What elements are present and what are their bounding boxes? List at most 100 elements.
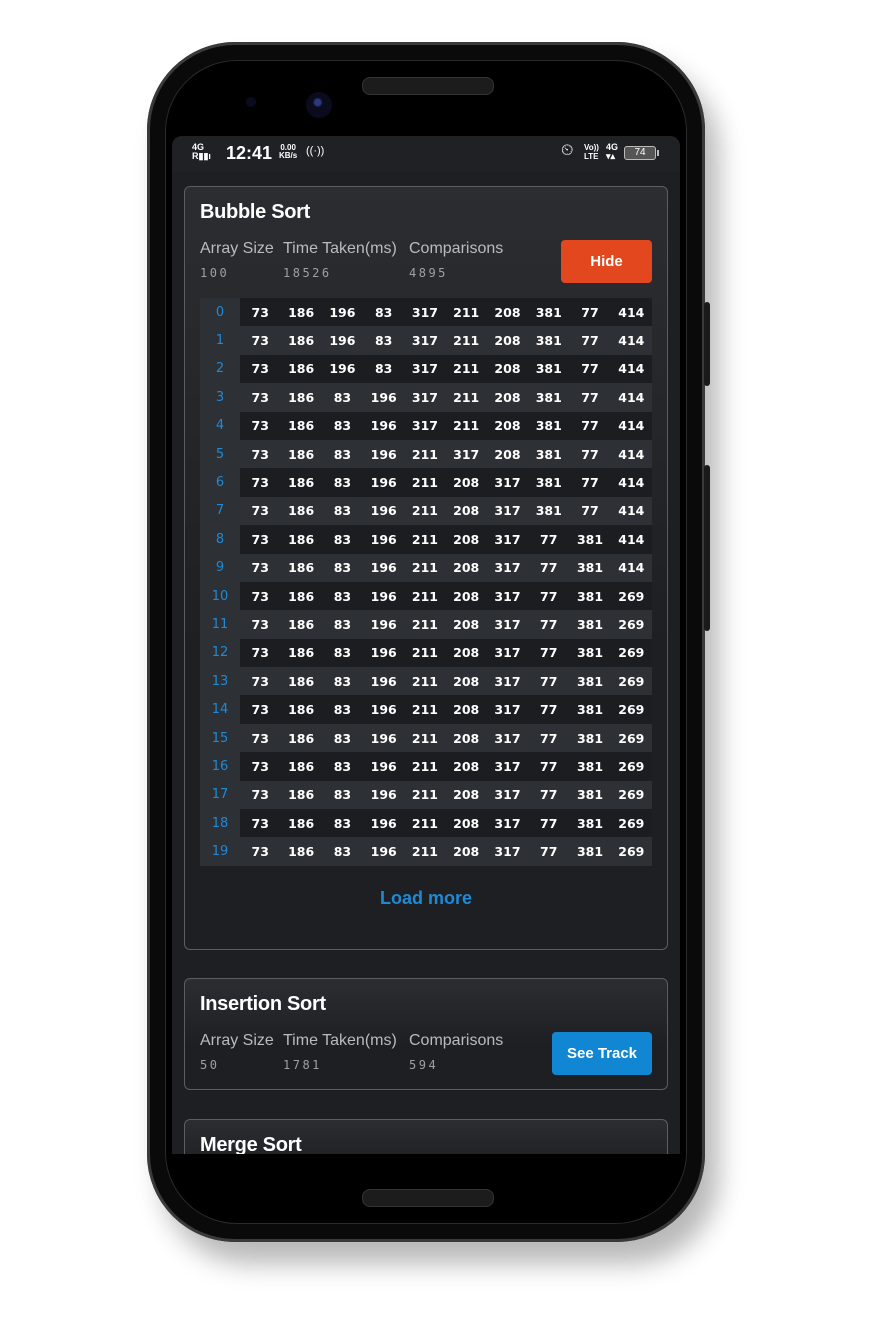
table-cell: 208 bbox=[445, 837, 487, 866]
row-index: 6 bbox=[200, 468, 240, 497]
table-cell: 211 bbox=[404, 667, 446, 696]
table-cell: 77 bbox=[528, 809, 570, 838]
table-cell: 83 bbox=[363, 326, 405, 355]
table-cell: 211 bbox=[404, 752, 446, 781]
table-cell: 73 bbox=[239, 553, 281, 582]
table-cell: 208 bbox=[445, 525, 487, 554]
row-index: 5 bbox=[200, 439, 240, 469]
table-cell: 211 bbox=[404, 695, 446, 724]
table-cell: 196 bbox=[363, 695, 405, 724]
table-row: 12 73 186 83 196 211 208 317 77 381 269 bbox=[200, 638, 652, 668]
table-cell: 317 bbox=[486, 638, 529, 668]
row-index: 0 bbox=[200, 298, 240, 327]
table-cell: 73 bbox=[239, 752, 281, 781]
table-cell: 317 bbox=[486, 837, 529, 866]
load-more-button[interactable]: Load more bbox=[185, 888, 667, 909]
table-cell: 381 bbox=[528, 354, 570, 384]
table-cell: 208 bbox=[486, 439, 529, 469]
row-index: 9 bbox=[200, 553, 240, 582]
table-cell: 83 bbox=[321, 695, 364, 724]
table-cell: 196 bbox=[363, 383, 405, 412]
table-cell: 83 bbox=[321, 752, 364, 781]
table-cell: 196 bbox=[363, 610, 405, 639]
table-cell: 211 bbox=[404, 780, 446, 810]
table-cell: 83 bbox=[321, 809, 364, 838]
row-index: 8 bbox=[200, 525, 240, 554]
table-cell: 414 bbox=[610, 411, 652, 440]
table-cell: 414 bbox=[610, 496, 652, 526]
screen: 4G R▮▮ı 12:41 0.00 KB/s ((·)) ⏲ Vo)) LTE 4… bbox=[172, 136, 680, 1154]
table-cell: 196 bbox=[363, 553, 405, 582]
array-size-label: Array Size bbox=[200, 1032, 274, 1049]
row-index: 16 bbox=[200, 752, 240, 781]
table-cell: 208 bbox=[486, 326, 529, 355]
table-cell: 83 bbox=[321, 468, 364, 497]
table-row: 11 73 186 83 196 211 208 317 77 381 269 bbox=[200, 610, 652, 639]
row-index: 14 bbox=[200, 695, 240, 724]
table-cell: 414 bbox=[610, 298, 652, 327]
row-index: 10 bbox=[200, 581, 240, 611]
table-row: 18 73 186 83 196 211 208 317 77 381 269 bbox=[200, 809, 652, 838]
table-row: 14 73 186 83 196 211 208 317 77 381 269 bbox=[200, 695, 652, 724]
table-cell: 83 bbox=[321, 525, 364, 554]
table-cell: 186 bbox=[280, 752, 322, 781]
table-cell: 83 bbox=[321, 638, 364, 668]
table-cell: 381 bbox=[528, 468, 570, 497]
table-cell: 208 bbox=[445, 638, 487, 668]
row-index: 19 bbox=[200, 837, 240, 866]
table-cell: 381 bbox=[569, 638, 611, 668]
table-cell: 381 bbox=[569, 695, 611, 724]
table-cell: 196 bbox=[363, 752, 405, 781]
table-cell: 186 bbox=[280, 354, 322, 384]
table-cell: 73 bbox=[239, 667, 281, 696]
power-button bbox=[704, 302, 710, 386]
table-cell: 317 bbox=[486, 525, 529, 554]
table-cell: 317 bbox=[486, 581, 529, 611]
table-cell: 211 bbox=[404, 525, 446, 554]
table-cell: 211 bbox=[404, 553, 446, 582]
hide-button[interactable]: Hide bbox=[561, 240, 652, 283]
table-cell: 83 bbox=[321, 780, 364, 810]
table-cell: 381 bbox=[528, 496, 570, 526]
table-cell: 208 bbox=[445, 752, 487, 781]
table-cell: 77 bbox=[528, 667, 570, 696]
table-cell: 317 bbox=[404, 383, 446, 412]
table-cell: 77 bbox=[569, 298, 611, 327]
row-index: 15 bbox=[200, 723, 240, 753]
sort-steps-table[interactable]: 0 73 186 196 83 317 211 208 381 77 414 1 73 186 196 83 3… bbox=[200, 298, 652, 868]
table-cell: 211 bbox=[404, 468, 446, 497]
table-cell: 77 bbox=[528, 553, 570, 582]
card-title: Insertion Sort bbox=[200, 993, 326, 1015]
table-cell: 77 bbox=[528, 780, 570, 810]
table-cell: 73 bbox=[239, 780, 281, 810]
table-cell: 211 bbox=[404, 809, 446, 838]
table-cell: 211 bbox=[404, 581, 446, 611]
table-cell: 381 bbox=[569, 723, 611, 753]
table-cell: 73 bbox=[239, 354, 281, 384]
table-cell: 73 bbox=[239, 383, 281, 412]
table-cell: 208 bbox=[445, 610, 487, 639]
row-index: 3 bbox=[200, 383, 240, 412]
table-cell: 317 bbox=[404, 411, 446, 440]
table-cell: 211 bbox=[445, 411, 487, 440]
table-row: 8 73 186 83 196 211 208 317 77 381 414 bbox=[200, 525, 652, 554]
status-bar: 4G R▮▮ı 12:41 0.00 KB/s ((·)) ⏲ Vo)) LTE 4… bbox=[172, 136, 680, 172]
table-cell: 73 bbox=[239, 581, 281, 611]
table-cell: 77 bbox=[528, 581, 570, 611]
table-row: 10 73 186 83 196 211 208 317 77 381 269 bbox=[200, 581, 652, 611]
table-cell: 414 bbox=[610, 525, 652, 554]
table-row: 3 73 186 83 196 317 211 208 381 77 414 bbox=[200, 383, 652, 412]
battery-icon: 74 bbox=[624, 146, 659, 160]
front-camera bbox=[306, 92, 332, 118]
table-cell: 414 bbox=[610, 383, 652, 412]
table-cell: 317 bbox=[486, 809, 529, 838]
table-cell: 269 bbox=[610, 667, 652, 696]
comparisons-label: Comparisons bbox=[409, 240, 504, 257]
table-cell: 83 bbox=[321, 383, 364, 412]
table-cell: 211 bbox=[404, 723, 446, 753]
table-cell: 208 bbox=[445, 581, 487, 611]
see-track-button[interactable]: See Track bbox=[552, 1032, 652, 1075]
row-index: 18 bbox=[200, 809, 240, 838]
table-cell: 77 bbox=[528, 695, 570, 724]
table-cell: 77 bbox=[569, 439, 611, 469]
